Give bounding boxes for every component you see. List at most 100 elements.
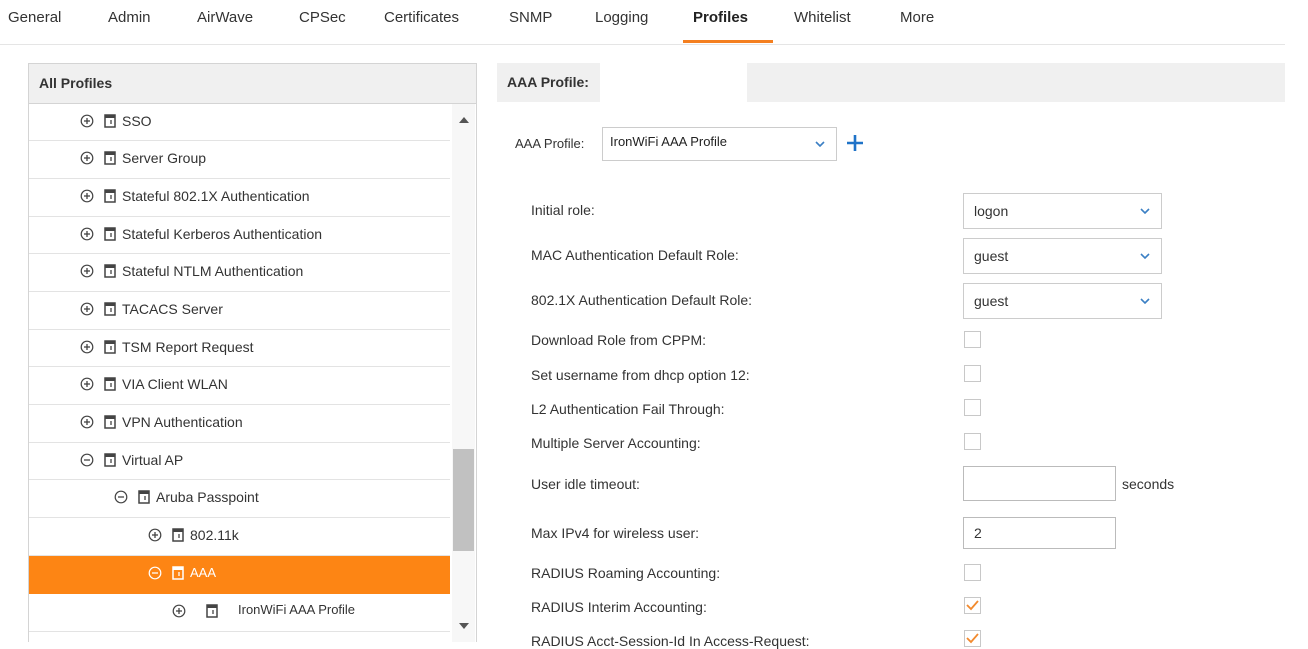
multiple-server-accounting-checkbox[interactable] (964, 433, 981, 450)
expand-icon[interactable] (80, 377, 94, 391)
tab-snmp[interactable]: SNMP (509, 9, 552, 26)
collapse-icon[interactable] (80, 453, 94, 467)
user-idle-timeout-input[interactable] (963, 466, 1116, 501)
dot1x-auth-default-role-label: 802.1X Authentication Default Role: (531, 292, 753, 308)
tree-item[interactable]: TACACS Server (29, 292, 450, 330)
tab-more[interactable]: More (900, 9, 934, 26)
radius-roaming-accounting-checkbox[interactable] (964, 564, 981, 581)
profile-document-icon (172, 528, 184, 542)
profile-document-icon (104, 227, 116, 241)
profile-document-icon (206, 604, 218, 618)
tree-item[interactable]: SSO (29, 104, 450, 141)
tree-item[interactable]: TSM Report Request (29, 330, 450, 367)
profile-document-icon (104, 264, 116, 278)
checkmark-icon (966, 600, 979, 611)
initial-role-value: logon (974, 203, 1009, 219)
tree-item[interactable]: VIA Client WLAN (29, 367, 450, 405)
mac-auth-default-role-value: guest (974, 248, 1009, 264)
mac-auth-default-role-select[interactable]: guest (963, 238, 1162, 274)
initial-role-select[interactable]: logon (963, 193, 1162, 229)
chevron-down-icon (1140, 298, 1150, 304)
dot1x-auth-default-role-select[interactable]: guest (963, 283, 1162, 319)
profile-document-icon (138, 490, 150, 504)
tree-item[interactable]: 802.11k (29, 518, 450, 556)
tree-item-label: Stateful Kerberos Authentication (122, 226, 323, 242)
expand-icon[interactable] (80, 302, 94, 316)
tree-item[interactable]: Aruba Passpoint (29, 480, 450, 518)
expand-icon[interactable] (80, 189, 94, 203)
expand-icon[interactable] (80, 415, 94, 429)
add-profile-plus-icon[interactable] (846, 134, 864, 152)
scroll-up-arrow-icon[interactable] (459, 117, 469, 123)
aaa-profile-header: AAA Profile: (497, 63, 1285, 102)
download-role-cppm-checkbox[interactable] (964, 331, 981, 348)
radius-acct-session-id-checkbox[interactable] (964, 630, 981, 647)
multiple-server-accounting-label: Multiple Server Accounting: (531, 435, 701, 451)
aaa-profile-header-name-box (600, 63, 747, 102)
chevron-down-icon (1140, 253, 1150, 259)
scroll-thumb[interactable] (453, 449, 474, 551)
profile-document-icon (104, 415, 116, 429)
tree-item-label: Server Group (122, 150, 207, 166)
tree-item-label: Stateful NTLM Authentication (122, 263, 304, 279)
expand-icon[interactable] (80, 227, 94, 241)
scroll-down-arrow-icon[interactable] (459, 623, 469, 629)
collapse-icon[interactable] (114, 490, 128, 504)
tab-logging[interactable]: Logging (595, 9, 648, 26)
tree-item-label: IronWiFi AAA Profile (238, 602, 356, 617)
profile-document-icon (104, 453, 116, 467)
tab-airwave[interactable]: AirWave (197, 9, 253, 26)
expand-icon[interactable] (80, 264, 94, 278)
chevron-down-icon (1140, 208, 1150, 214)
profile-document-icon (104, 340, 116, 354)
aaa-profile-select[interactable]: IronWiFi AAA Profile (602, 127, 837, 161)
tab-profiles[interactable]: Profiles (693, 9, 748, 26)
profile-document-icon (172, 566, 184, 580)
radius-interim-accounting-checkbox[interactable] (964, 597, 981, 614)
tree-item[interactable]: IronWiFi AAA Profile (29, 594, 450, 632)
expand-icon[interactable] (172, 604, 186, 618)
collapse-icon[interactable] (148, 566, 162, 580)
dot1x-auth-default-role-value: guest (974, 293, 1009, 309)
tree-item[interactable]: Stateful Kerberos Authentication (29, 217, 450, 254)
tree-item-label: 802.11k (190, 527, 239, 543)
tree-item-label: VIA Client WLAN (122, 376, 228, 392)
checkmark-icon (966, 633, 979, 644)
initial-role-label: Initial role: (531, 202, 595, 218)
expand-icon[interactable] (80, 114, 94, 128)
tab-general[interactable]: General (8, 9, 61, 26)
tree-item-label: Aruba Passpoint (156, 489, 259, 505)
set-username-dhcp-label: Set username from dhcp option 12: (531, 367, 750, 383)
tree-scrollbar[interactable] (452, 104, 475, 642)
tab-admin[interactable]: Admin (108, 9, 151, 26)
tab-cpsec[interactable]: CPSec (299, 9, 346, 26)
expand-icon[interactable] (80, 340, 94, 354)
tab-whitelist[interactable]: Whitelist (794, 9, 851, 26)
active-tab-indicator (683, 40, 773, 43)
mac-auth-default-role-label: MAC Authentication Default Role: (531, 247, 739, 263)
tree-item-label: TACACS Server (122, 301, 223, 317)
max-ipv4-label: Max IPv4 for wireless user: (531, 525, 700, 541)
aaa-profile-label: AAA Profile: (515, 136, 585, 151)
expand-icon[interactable] (148, 528, 162, 542)
user-idle-timeout-label: User idle timeout: (531, 476, 640, 492)
tree-item[interactable]: Stateful 802.1X Authentication (29, 179, 450, 217)
tree-item-label: Stateful 802.1X Authentication (122, 188, 310, 204)
expand-icon[interactable] (80, 151, 94, 165)
set-username-dhcp-checkbox[interactable] (964, 365, 981, 382)
all-profiles-panel: All Profiles SSO Server Group Stateful 802… (28, 63, 477, 642)
profile-document-icon (104, 302, 116, 316)
tree-item[interactable]: AAA (29, 556, 450, 594)
max-ipv4-input[interactable] (963, 517, 1116, 549)
tree-item-label: Virtual AP (122, 452, 184, 468)
l2-auth-fail-through-checkbox[interactable] (964, 399, 981, 416)
aaa-profile-select-value: IronWiFi AAA Profile (610, 134, 728, 149)
top-tab-bar: General Admin AirWave CPSec Certificates… (0, 0, 1285, 45)
tree-item[interactable]: Server Group (29, 141, 450, 179)
user-idle-timeout-unit: seconds (1122, 476, 1175, 492)
profile-document-icon (104, 189, 116, 203)
tree-item[interactable]: VPN Authentication (29, 405, 450, 443)
tree-item[interactable]: Virtual AP (29, 443, 450, 480)
tree-item[interactable]: Stateful NTLM Authentication (29, 254, 450, 292)
tab-certificates[interactable]: Certificates (384, 9, 459, 26)
